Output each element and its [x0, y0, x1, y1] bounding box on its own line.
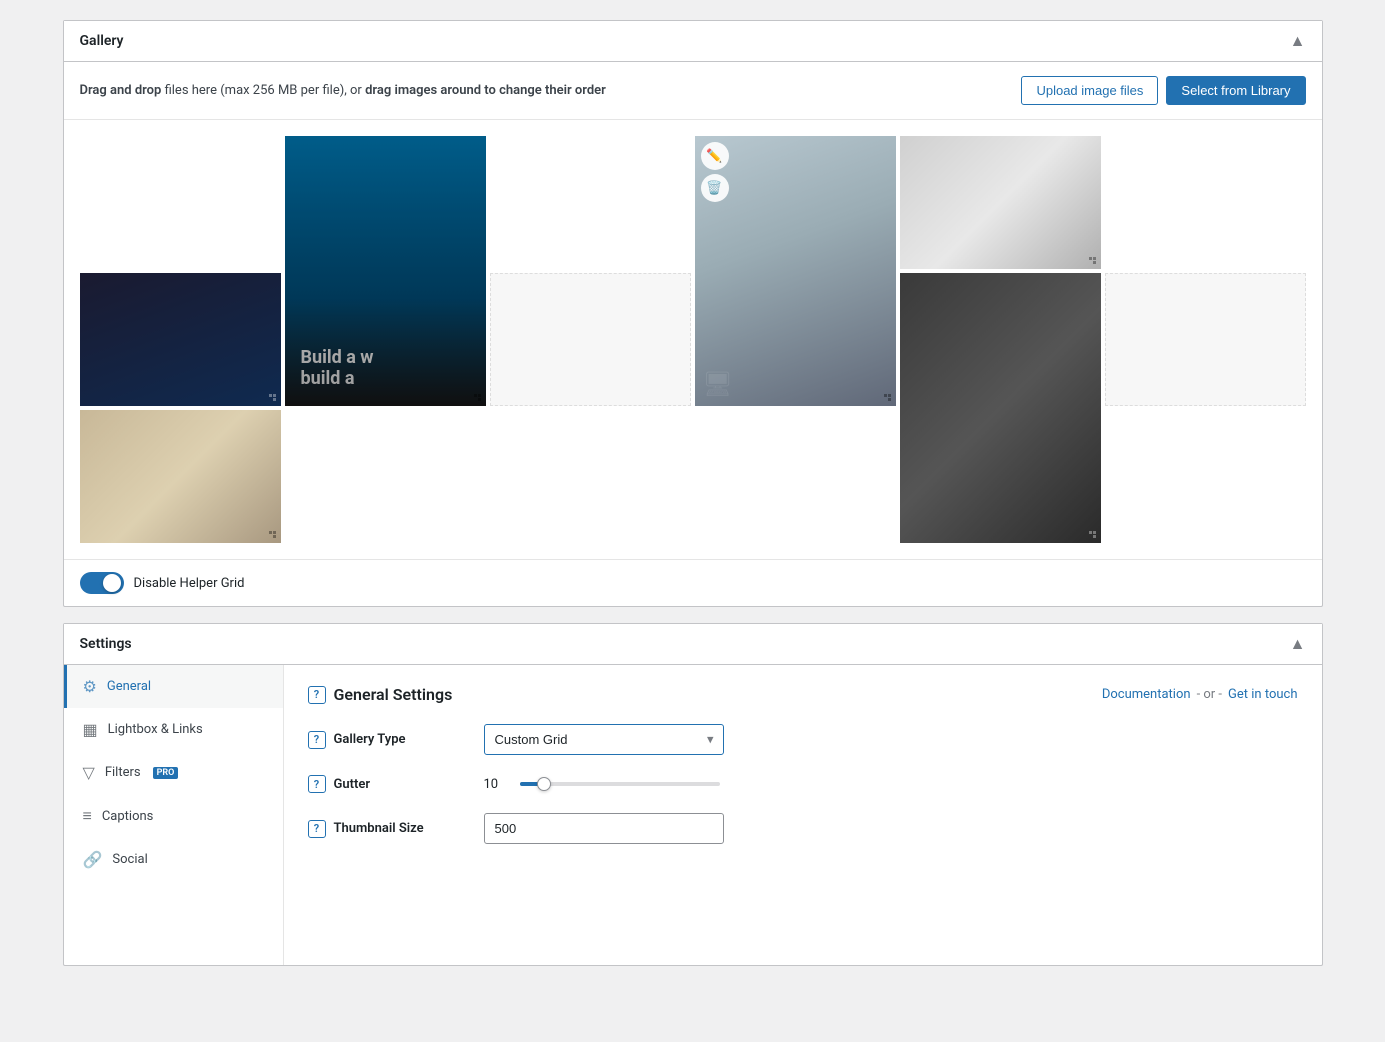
drag-drop-text: Drag and drop — [80, 83, 162, 98]
settings-row-gallery-type: ? Gallery Type Custom Grid Masonry Justi… — [308, 724, 1298, 755]
links-separator: - or - — [1197, 687, 1222, 702]
toolbar-middle-text: files here (max 256 MB per file), or — [165, 83, 366, 98]
gallery-type-text: Gallery Type — [334, 732, 406, 747]
toggle-track — [80, 572, 124, 594]
ghost-item-2 — [1105, 273, 1306, 406]
sidebar-item-captions[interactable]: ≡ Captions — [64, 794, 283, 838]
sidebar-item-general[interactable]: ⚙ General — [64, 665, 283, 708]
edit-image-2-button[interactable]: ✏️ — [701, 142, 729, 170]
collapse-gallery-icon[interactable]: ▲ — [1290, 31, 1306, 51]
settings-panel-header: Settings ▲ — [64, 624, 1322, 665]
thumbnail-size-help-badge[interactable]: ? — [308, 820, 326, 838]
sidebar-label-filters: Filters — [105, 765, 141, 780]
gallery-item-4[interactable] — [900, 273, 1101, 543]
upload-image-files-button[interactable]: Upload image files — [1021, 76, 1158, 105]
resize-handle-1 — [466, 386, 482, 402]
settings-body: ⚙ General ▦ Lightbox & Links ▽ Filters P… — [64, 665, 1322, 965]
delete-image-2-button[interactable]: 🗑️ — [701, 174, 729, 202]
gallery-type-help-badge[interactable]: ? — [308, 731, 326, 749]
item-2-actions: ✏️ 🗑️ — [701, 142, 729, 202]
resize-handle-4 — [1081, 523, 1097, 539]
gallery-panel-title: Gallery — [80, 33, 124, 49]
gallery-toolbar: Drag and drop files here (max 256 MB per… — [64, 62, 1322, 120]
gallery-item-3[interactable] — [900, 136, 1101, 269]
resize-handle-2 — [876, 386, 892, 402]
helper-grid-toggle[interactable] — [80, 572, 124, 594]
toggle-thumb — [103, 574, 121, 592]
gear-icon: ⚙ — [83, 677, 97, 696]
gallery-item-2[interactable]: 🖥 ✏️ 🗑️ — [695, 136, 896, 406]
lines-icon: ≡ — [83, 806, 92, 826]
collapse-settings-icon[interactable]: ▲ — [1290, 634, 1306, 654]
gallery-grid: Build a wbuild a 🖥 ✏️ 🗑️ — [64, 120, 1322, 559]
gutter-slider-thumb — [537, 777, 551, 791]
settings-panel-title: Settings — [80, 636, 132, 652]
settings-sidebar: ⚙ General ▦ Lightbox & Links ▽ Filters P… — [64, 665, 284, 965]
contact-link[interactable]: Get in touch — [1228, 687, 1297, 702]
thumbnail-size-control — [484, 813, 1298, 844]
gutter-slider[interactable] — [520, 782, 720, 786]
gallery-type-select-wrapper: Custom Grid Masonry Justified Slideshow … — [484, 724, 724, 755]
settings-row-thumbnail-size: ? Thumbnail Size — [308, 813, 1298, 844]
gallery-panel: Gallery ▲ Drag and drop files here (max … — [63, 20, 1323, 607]
select-from-library-button[interactable]: Select from Library — [1166, 76, 1305, 105]
gallery-item-5[interactable] — [80, 410, 281, 543]
thumbnail-size-text: Thumbnail Size — [334, 821, 424, 836]
gallery-type-control: Custom Grid Masonry Justified Slideshow … — [484, 724, 1298, 755]
thumbnail-size-input[interactable] — [484, 813, 724, 844]
gallery-type-label: ? Gallery Type — [308, 731, 468, 749]
filter-icon: ▽ — [83, 763, 95, 782]
sidebar-label-captions: Captions — [102, 809, 154, 824]
settings-content: ? General Settings Documentation - or - … — [284, 665, 1322, 965]
ghost-item-1 — [490, 273, 691, 406]
sidebar-item-filters[interactable]: ▽ Filters PRO — [64, 751, 283, 794]
settings-content-header: ? General Settings Documentation - or - … — [308, 685, 1298, 704]
drag-order-text: drag images around to change their order — [365, 83, 606, 98]
helper-grid-label: Disable Helper Grid — [134, 576, 245, 591]
link-icon: 🔗 — [83, 850, 103, 869]
sidebar-label-general: General — [107, 679, 151, 694]
gallery-type-select[interactable]: Custom Grid Masonry Justified Slideshow … — [484, 724, 724, 755]
general-settings-help-badge[interactable]: ? — [308, 686, 326, 704]
grid-icon: ▦ — [83, 720, 98, 739]
sidebar-label-lightbox: Lightbox & Links — [108, 722, 203, 737]
gallery-panel-header: Gallery ▲ — [64, 21, 1322, 62]
documentation-link[interactable]: Documentation — [1102, 687, 1191, 702]
gallery-item-6[interactable] — [80, 273, 281, 406]
settings-panel: Settings ▲ ⚙ General ▦ Lightbox & Links … — [63, 623, 1323, 966]
gallery-item-1[interactable]: Build a wbuild a — [285, 136, 486, 406]
resize-handle-5 — [261, 523, 277, 539]
pro-badge: PRO — [153, 767, 179, 779]
thumbnail-size-label: ? Thumbnail Size — [308, 820, 468, 838]
resize-handle-3 — [1081, 249, 1097, 265]
gutter-text: Gutter — [334, 777, 371, 792]
gutter-control: 10 — [484, 777, 1298, 792]
gutter-value: 10 — [484, 777, 508, 792]
sidebar-label-social: Social — [112, 852, 147, 867]
helper-grid-row: Disable Helper Grid — [64, 559, 1322, 606]
sidebar-item-lightbox[interactable]: ▦ Lightbox & Links — [64, 708, 283, 751]
resize-handle-6 — [261, 386, 277, 402]
settings-content-title: General Settings — [334, 685, 453, 704]
sidebar-item-social[interactable]: 🔗 Social — [64, 838, 283, 881]
gutter-help-badge[interactable]: ? — [308, 775, 326, 793]
gutter-label: ? Gutter — [308, 775, 468, 793]
gallery-toolbar-description: Drag and drop files here (max 256 MB per… — [80, 83, 606, 98]
toolbar-buttons: Upload image files Select from Library — [1021, 76, 1305, 105]
settings-links: Documentation - or - Get in touch — [1102, 687, 1298, 702]
settings-row-gutter: ? Gutter 10 — [308, 775, 1298, 793]
